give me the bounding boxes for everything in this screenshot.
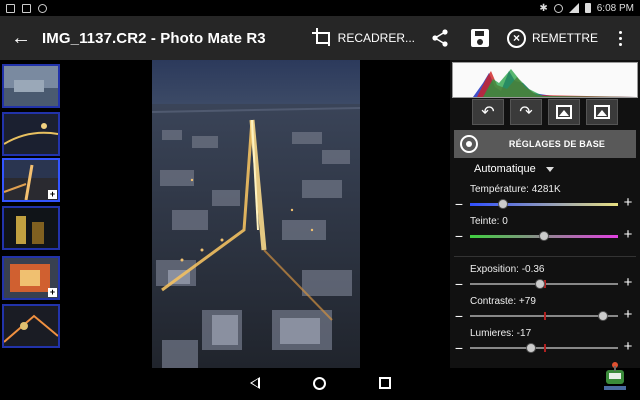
thumbnail[interactable]: + [2, 158, 60, 202]
system-nav-bar [0, 368, 640, 400]
photo-viewer[interactable] [62, 60, 450, 368]
crop-button[interactable]: RECADRER... [306, 16, 421, 60]
histogram [452, 62, 638, 98]
close-circle-icon: × [507, 28, 526, 48]
slider-knob[interactable] [497, 199, 508, 209]
slider-knob[interactable] [534, 279, 545, 289]
adjustments-panel: ↶ ↷ RÉGLAGES DE BASE Automatique Tempéra… [450, 60, 640, 368]
nav-back-icon[interactable] [250, 377, 260, 389]
back-button[interactable]: ← [0, 16, 42, 60]
increase-button[interactable]: + [622, 307, 634, 322]
thumbnail-badge: + [48, 287, 57, 297]
thumbnail[interactable] [2, 64, 60, 108]
bluetooth-icon: ✱ [539, 2, 548, 14]
more-vert-icon [610, 30, 630, 46]
increase-button[interactable]: + [622, 275, 634, 290]
increase-button[interactable]: + [622, 195, 634, 210]
alarm-icon [553, 3, 563, 13]
temperature-slider[interactable]: Température: 4281K − + [454, 184, 636, 214]
decrease-button[interactable]: − [454, 341, 464, 355]
slider-track[interactable] [470, 203, 618, 206]
battery-icon [584, 3, 591, 13]
decrease-button[interactable]: − [454, 229, 464, 243]
reset-button[interactable]: × REMETTRE [501, 16, 604, 60]
exposure-slider[interactable]: Exposition: -0.36 − + [454, 264, 636, 294]
image-add-icon [594, 105, 610, 119]
main-photo [152, 60, 360, 368]
decrease-button[interactable]: − [454, 309, 464, 323]
preset-dropdown[interactable]: Automatique [474, 163, 554, 175]
undo-icon: ↶ [481, 104, 495, 121]
filmstrip: + + [0, 60, 62, 368]
slider-knob[interactable] [598, 311, 609, 321]
thumbnail[interactable] [2, 112, 60, 156]
slider-label: Exposition: -0.36 [470, 264, 545, 275]
slider-label: Teinte: 0 [470, 216, 508, 227]
overflow-menu-button[interactable] [604, 16, 640, 60]
arrow-back-icon: ← [11, 26, 31, 49]
redo-button[interactable]: ↷ [510, 99, 542, 125]
image-icon [556, 105, 572, 119]
slider-label: Lumieres: -17 [470, 328, 532, 339]
decrease-button[interactable]: − [454, 277, 464, 291]
thumbnail-badge: + [48, 189, 57, 199]
share-icon [432, 29, 448, 47]
preset-dropdown-value: Automatique [474, 163, 536, 175]
slider-label: Contraste: +79 [470, 296, 536, 307]
increase-button[interactable]: + [622, 339, 634, 354]
center-mark [544, 344, 546, 352]
compare-button[interactable] [548, 99, 580, 125]
image-notification-icon [22, 3, 31, 13]
download-icon [6, 3, 15, 13]
thumbnail[interactable] [2, 206, 60, 250]
dropbox-icon [38, 3, 47, 13]
divider [454, 256, 636, 257]
thumbnail[interactable]: + [2, 256, 60, 300]
reset-label: REMETTRE [532, 31, 598, 45]
redo-icon: ↷ [519, 104, 533, 121]
app-toolbar: ← IMG_1137.CR2 - Photo Mate R3 RECADRER.… [0, 16, 640, 60]
status-time: 6:08 PM [596, 2, 634, 14]
add-image-button[interactable] [586, 99, 618, 125]
slider-label: Température: 4281K [470, 184, 561, 195]
decrease-button[interactable]: − [454, 197, 464, 211]
status-bar: ✱ 6:08 PM [0, 0, 640, 16]
undo-button[interactable]: ↶ [472, 99, 504, 125]
base-settings-button[interactable]: RÉGLAGES DE BASE [454, 130, 636, 158]
page-title: IMG_1137.CR2 - Photo Mate R3 [42, 29, 266, 47]
nav-recents-icon[interactable] [379, 377, 391, 389]
wifi-icon [568, 3, 579, 13]
slider-knob[interactable] [525, 343, 536, 353]
crop-label: RECADRER... [337, 31, 415, 45]
slider-knob[interactable] [539, 231, 549, 241]
share-button[interactable] [421, 16, 459, 60]
contrast-slider[interactable]: Contraste: +79 − + [454, 296, 636, 326]
target-icon [460, 135, 478, 153]
base-settings-label: RÉGLAGES DE BASE [508, 139, 606, 149]
nav-home-icon[interactable] [313, 377, 326, 390]
watermark-logo [604, 362, 626, 390]
increase-button[interactable]: + [622, 227, 634, 242]
crop-icon [311, 28, 332, 48]
thumbnail[interactable] [2, 304, 60, 348]
tint-slider[interactable]: Teinte: 0 − + [454, 216, 636, 246]
save-icon [471, 29, 489, 47]
highlights-slider[interactable]: Lumieres: -17 − + [454, 328, 636, 358]
caret-down-icon [545, 166, 554, 172]
save-button[interactable] [459, 16, 501, 60]
center-mark [544, 312, 546, 320]
